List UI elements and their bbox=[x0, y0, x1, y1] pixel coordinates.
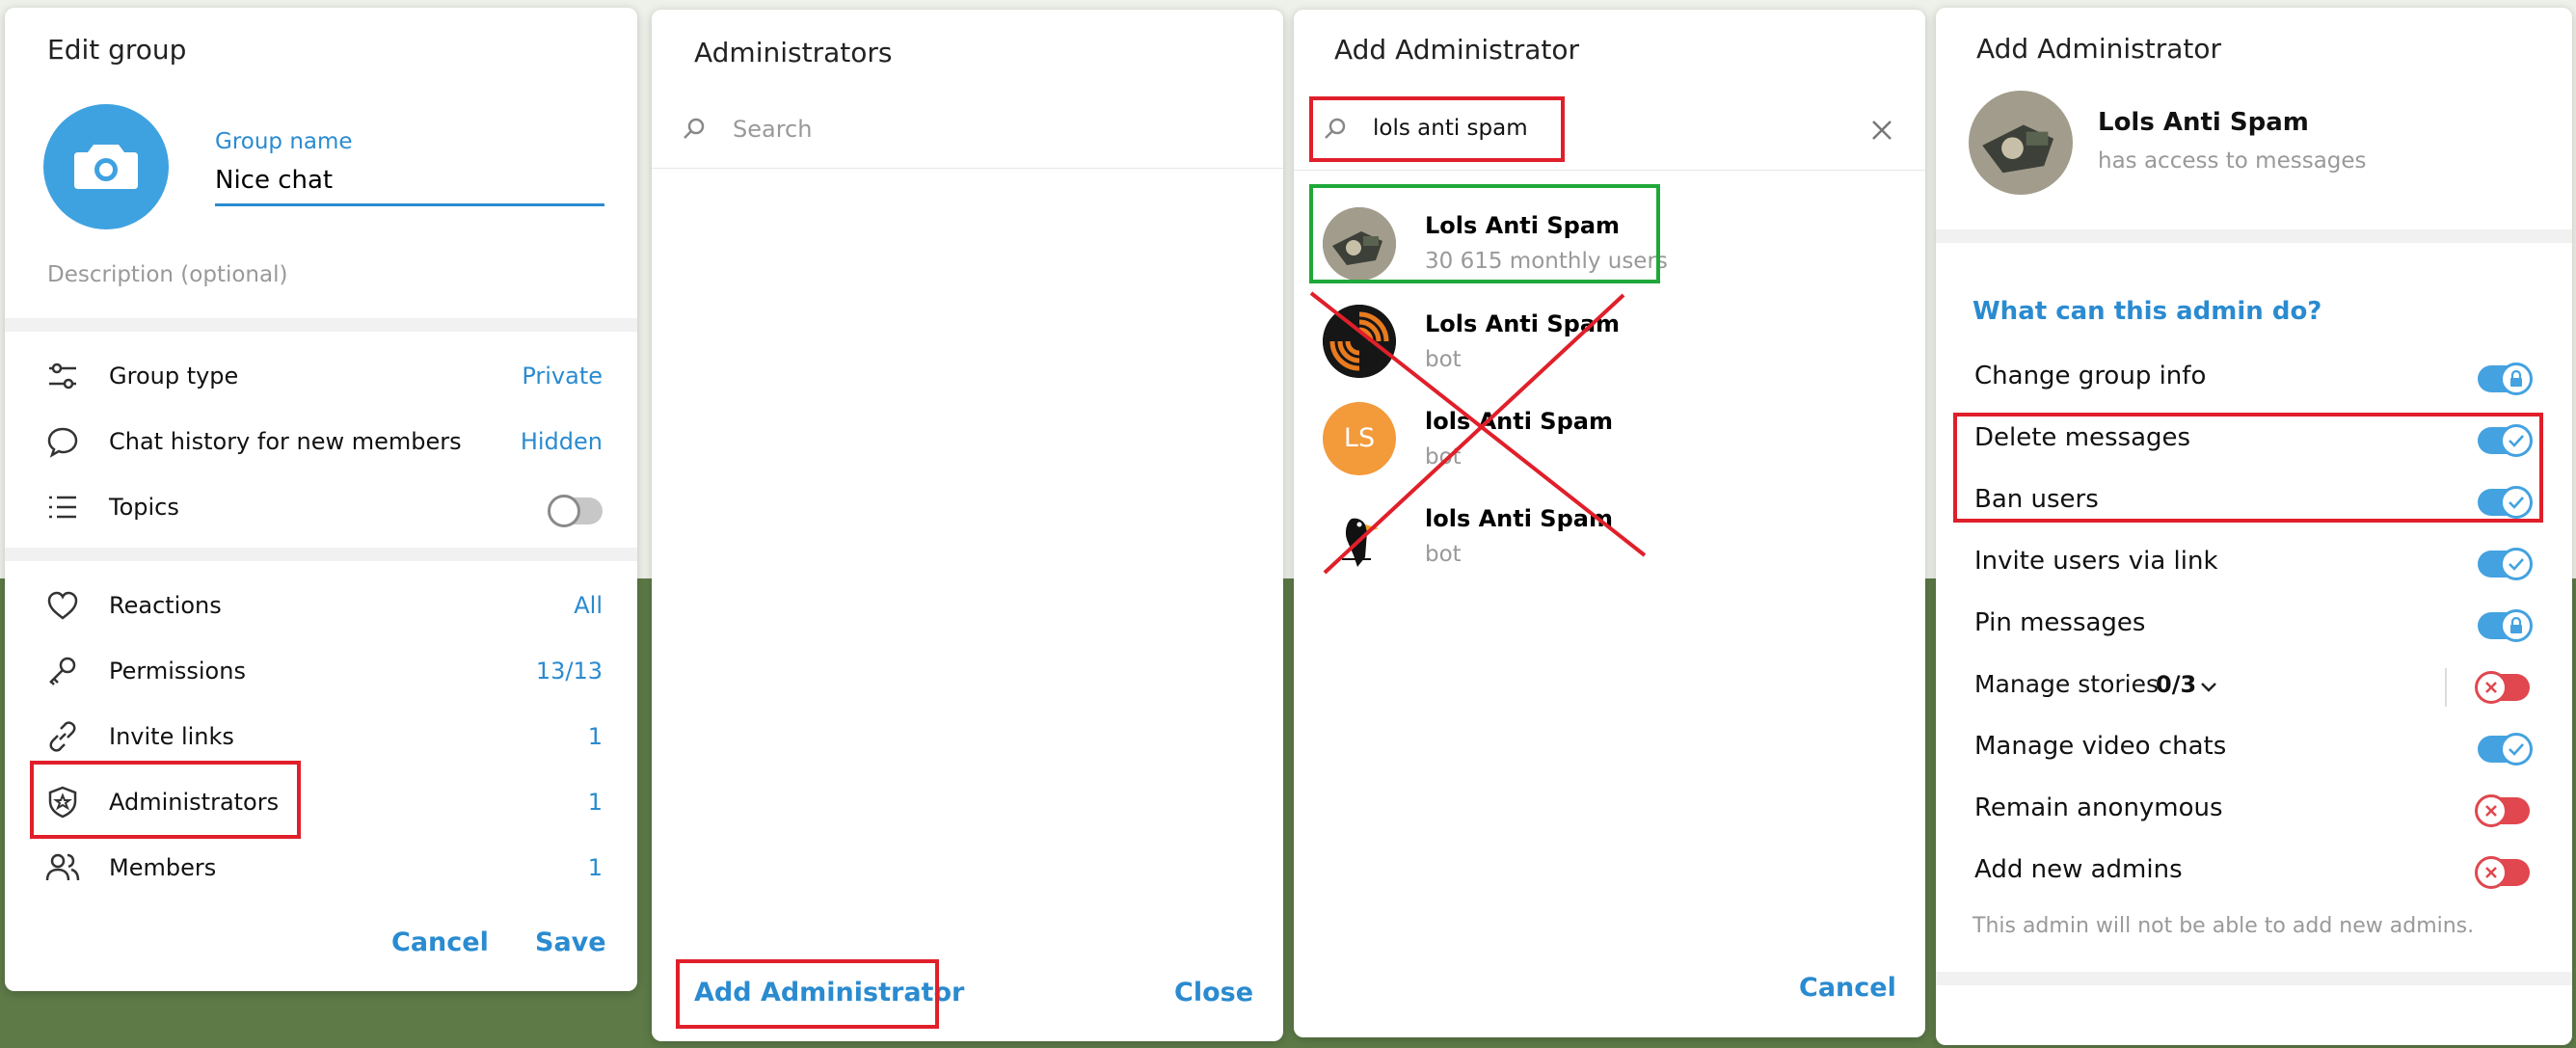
permission-row-add-admins[interactable]: Add new admins bbox=[1936, 844, 2572, 901]
stories-count: 0/3 bbox=[2156, 671, 2197, 698]
admin-rights-dialog: Add Administrator Lols Anti Spam has acc… bbox=[1936, 8, 2572, 1045]
row-value: 1 bbox=[587, 789, 603, 816]
administrators-dialog: Administrators Search Add Administrator … bbox=[652, 10, 1283, 1041]
row-value: 1 bbox=[587, 854, 603, 881]
save-button[interactable]: Save bbox=[535, 927, 606, 957]
row-label: Reactions bbox=[109, 592, 222, 619]
permission-row-invite-users[interactable]: Invite users via link bbox=[1936, 535, 2572, 593]
settings-row-group-type[interactable]: Group type Private bbox=[5, 345, 637, 413]
permission-row-change-info[interactable]: Change group info bbox=[1936, 350, 2572, 408]
search-icon bbox=[684, 118, 705, 139]
search-input[interactable]: Search bbox=[733, 116, 812, 143]
footer-note: This admin will not be able to add new a… bbox=[1972, 914, 2475, 938]
settings-row-members[interactable]: Members 1 bbox=[5, 837, 637, 904]
row-label: Chat history for new members bbox=[109, 428, 462, 455]
bot-name: Lols Anti Spam bbox=[2098, 108, 2309, 137]
group-name-label: Group name bbox=[215, 129, 353, 154]
row-value: 1 bbox=[587, 723, 603, 750]
group-photo-button[interactable] bbox=[43, 104, 169, 229]
chevron-down-icon[interactable] bbox=[2198, 676, 2219, 697]
highlight-administrators bbox=[30, 761, 301, 839]
link-icon bbox=[49, 721, 76, 752]
permission-label: Change group info bbox=[1974, 362, 2207, 390]
bot-status: has access to messages bbox=[2098, 148, 2367, 174]
list-icon bbox=[49, 496, 76, 519]
row-label: Invite links bbox=[109, 723, 234, 750]
dialog-title: Administrators bbox=[694, 37, 893, 68]
edit-group-dialog: Edit group Group name Nice chat Descript… bbox=[5, 8, 637, 991]
heart-icon bbox=[47, 591, 78, 620]
permission-toggle[interactable] bbox=[2478, 548, 2533, 580]
sliders-icon bbox=[49, 363, 76, 390]
chat-bubble-icon bbox=[47, 427, 78, 458]
dialog-title: Add Administrator bbox=[1334, 34, 1579, 66]
settings-row-topics[interactable]: Topics bbox=[5, 476, 637, 544]
settings-row-reactions[interactable]: Reactions All bbox=[5, 575, 637, 642]
permission-toggle[interactable] bbox=[2478, 363, 2533, 395]
highlight-search-query bbox=[1309, 96, 1565, 162]
people-icon bbox=[45, 853, 80, 881]
permission-label: Manage video chats bbox=[1974, 732, 2227, 761]
section-title: What can this admin do? bbox=[1972, 297, 2322, 326]
cancel-button[interactable]: Cancel bbox=[1799, 973, 1896, 1003]
permission-label: Pin messages bbox=[1974, 608, 2146, 637]
permission-toggle[interactable] bbox=[2478, 609, 2533, 642]
permission-toggle[interactable] bbox=[2475, 856, 2530, 889]
topics-toggle[interactable] bbox=[548, 495, 603, 527]
settings-row-permissions[interactable]: Permissions 13/13 bbox=[5, 640, 637, 708]
row-label: Topics bbox=[109, 494, 179, 521]
row-label: Members bbox=[109, 854, 217, 881]
dialog-title: Edit group bbox=[47, 34, 187, 66]
settings-row-chat-history[interactable]: Chat history for new members Hidden bbox=[5, 411, 637, 478]
highlight-add-administrator bbox=[676, 959, 939, 1029]
permission-label: Invite users via link bbox=[1974, 547, 2218, 576]
permission-toggle[interactable] bbox=[2475, 671, 2530, 704]
close-button[interactable]: Close bbox=[1174, 978, 1253, 1008]
permission-row-pin-messages[interactable]: Pin messages bbox=[1936, 597, 2572, 655]
permission-row-video-chats[interactable]: Manage video chats bbox=[1936, 720, 2572, 778]
check-icon bbox=[2509, 558, 2524, 571]
bot-avatar bbox=[1969, 91, 2073, 195]
row-label: Group type bbox=[109, 363, 239, 390]
row-value: Hidden bbox=[520, 428, 603, 455]
row-value: All bbox=[574, 592, 603, 619]
permission-row-manage-stories[interactable]: Manage stories 0/3 bbox=[1936, 658, 2572, 716]
permission-label: Add new admins bbox=[1974, 855, 2183, 884]
row-value: 13/13 bbox=[535, 658, 603, 685]
row-label: Permissions bbox=[109, 658, 246, 685]
permission-label: Manage stories bbox=[1974, 670, 2160, 698]
x-icon bbox=[2485, 867, 2497, 878]
permission-label: Remain anonymous bbox=[1974, 793, 2223, 822]
group-name-input[interactable]: Nice chat bbox=[215, 166, 604, 206]
highlight-correct-bot bbox=[1309, 184, 1660, 283]
row-value: Private bbox=[522, 363, 603, 390]
camera-icon bbox=[74, 145, 138, 189]
cross-out-mark bbox=[1309, 291, 1647, 575]
x-icon bbox=[2485, 805, 2497, 817]
dialog-title: Add Administrator bbox=[1976, 33, 2221, 65]
description-field[interactable]: Description (optional) bbox=[47, 262, 287, 287]
lock-icon bbox=[2510, 616, 2522, 633]
check-icon bbox=[2509, 743, 2524, 756]
clear-search-icon[interactable] bbox=[1869, 118, 1894, 143]
key-icon bbox=[49, 657, 76, 685]
x-icon bbox=[2485, 682, 2497, 693]
highlight-delete-ban bbox=[1953, 413, 2543, 523]
permission-toggle[interactable] bbox=[2478, 733, 2533, 766]
lock-icon bbox=[2510, 369, 2522, 387]
cancel-button[interactable]: Cancel bbox=[391, 927, 489, 957]
permission-toggle[interactable] bbox=[2475, 794, 2530, 827]
permission-row-remain-anonymous[interactable]: Remain anonymous bbox=[1936, 782, 2572, 840]
